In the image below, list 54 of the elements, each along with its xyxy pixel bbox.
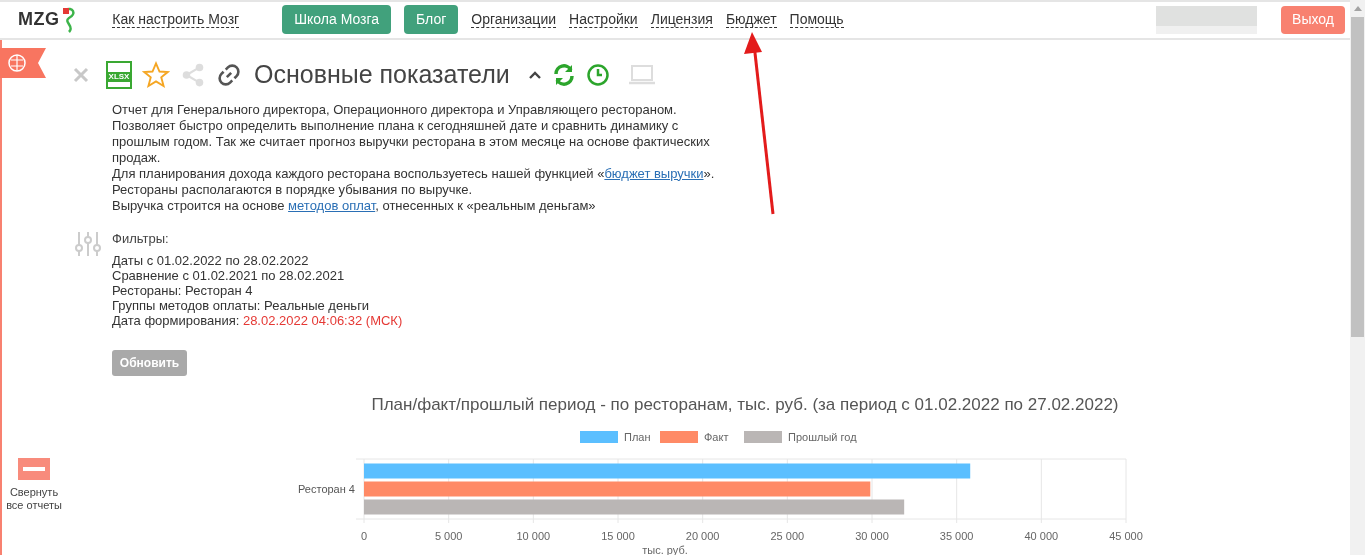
tick-label: 30 000 <box>855 530 889 542</box>
legend-label: План <box>624 431 651 443</box>
legend-label: Прошлый год <box>788 431 858 443</box>
budget-link[interactable]: бюджет выручки <box>604 165 704 181</box>
filter-line: Даты с 01.02.2022 по 28.02.2022 <box>112 252 310 268</box>
description-text: прошлым годом. Так же считает прогноз выручки ресторана в этом месяце на основе фактических <box>112 133 711 150</box>
nav-link[interactable]: Лицензия <box>650 11 713 29</box>
laptop-icon[interactable] <box>627 63 656 86</box>
category-label: Ресторан 4 <box>298 483 355 495</box>
tick-label: 15 000 <box>601 530 635 542</box>
tick-label: 35 000 <box>939 530 974 542</box>
description-text: Позволяет быстро определить выполнение плана к сегодняшней дате и сравнить динамику с <box>112 117 680 134</box>
star-icon[interactable] <box>142 60 170 89</box>
description-text: продаж. <box>112 149 162 166</box>
clock-icon[interactable] <box>585 62 610 87</box>
tick-label: 0 <box>360 530 368 542</box>
xlsx-label: XLSX <box>107 71 131 82</box>
grid-line <box>363 458 365 524</box>
scrollbar[interactable] <box>1350 0 1365 555</box>
description-text: Рестораны располагаются в порядке убывания по выручке. <box>112 181 474 198</box>
nav-link[interactable]: Бюджет <box>725 11 777 29</box>
tick-label: 40 000 <box>1024 530 1059 542</box>
filters-heading: Фильтры: <box>112 230 170 246</box>
filter-sliders-icon <box>74 229 102 258</box>
description-text: Выручка строится на основе методов оплат, отнесенных к «реальным деньгам» <box>112 197 597 214</box>
collapse-all-button[interactable] <box>18 457 50 480</box>
nav-link[interactable]: Помощь <box>789 11 844 29</box>
tick-label: 20 000 <box>685 530 720 542</box>
description-text: Отчет для Генерального директора, Операционного директора и Управляющего рестораном. <box>112 101 678 118</box>
nav-link[interactable]: Настройки <box>569 11 638 29</box>
filter-line: Группы методов оплаты: Реальные деньги <box>112 297 371 313</box>
filter-line: Сравнение с 01.02.2021 по 28.02.2021 <box>112 267 346 283</box>
chart-title: План/факт/прошлый период - по ресторанам, тыс. руб. (за период с 01.02.2022 по 27.02.2022) <box>371 393 1119 416</box>
tick-label: 25 000 <box>770 530 805 542</box>
close-icon[interactable] <box>72 65 90 84</box>
scroll-up-icon[interactable] <box>1353 6 1362 11</box>
brain-ribbon-icon[interactable] <box>0 47 46 78</box>
description-text: Для планирования дохода каждого ресторана воспользуетесь нашей функцией «бюджет выручки». <box>112 165 716 182</box>
nav-link[interactable]: Организации <box>471 11 557 29</box>
tick-label: 10 000 <box>516 530 551 542</box>
report-title: Основные показатели <box>254 58 510 90</box>
collapse-caret-icon[interactable] <box>527 69 542 80</box>
minus-icon <box>23 466 45 471</box>
nav-link[interactable]: Как настроить Мозг <box>112 11 240 29</box>
filter-line: Рестораны: Ресторан 4 <box>112 282 254 298</box>
tick-label: 5 000 <box>434 530 463 542</box>
refresh-icon[interactable] <box>551 62 576 87</box>
legend-item[interactable]: Прошлый год <box>744 431 857 443</box>
tick-label: 45 000 <box>1109 530 1143 542</box>
legend-label: Факт <box>704 431 729 443</box>
scrollbar-thumb[interactable] <box>1351 17 1364 337</box>
logo-text[interactable]: MZG <box>18 6 60 34</box>
link-icon[interactable] <box>216 61 242 88</box>
filter-line: Дата формирования: 28.02.2022 04:06:32 (МСК) <box>112 312 403 328</box>
